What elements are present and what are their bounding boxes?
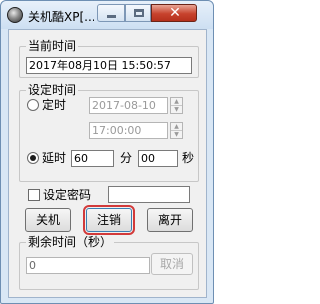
spin-down-icon[interactable]: ▼: [171, 131, 182, 139]
seconds-unit: 秒: [182, 151, 195, 165]
seconds-input[interactable]: 00: [138, 150, 178, 167]
logoff-button[interactable]: 注销: [83, 205, 135, 235]
minimize-icon: [107, 15, 116, 18]
maximize-button[interactable]: [125, 4, 151, 22]
time-field[interactable]: 17:00:00: [89, 122, 168, 139]
shutdown-button[interactable]: 关机: [25, 208, 71, 232]
close-button[interactable]: ✕: [151, 4, 197, 22]
set-password-checkbox[interactable]: [28, 189, 40, 201]
maximize-icon: [134, 9, 144, 17]
minimize-button[interactable]: [97, 4, 125, 22]
fixed-time-label: 定时: [42, 98, 67, 112]
remaining-time-group: 剩余时间（秒） 0 取消: [19, 235, 199, 290]
close-icon: ✕: [169, 5, 181, 21]
date-field[interactable]: 2017-08-10: [89, 97, 168, 114]
delay-radio[interactable]: [27, 152, 39, 164]
cancel-button[interactable]: 取消: [151, 253, 193, 275]
set-password-label: 设定密码: [43, 188, 92, 202]
date-spinner[interactable]: ▲ ▼: [170, 97, 183, 114]
delay-label: 延时: [42, 151, 67, 165]
title-bar[interactable]: 关机酷XP[... ✕: [1, 1, 213, 29]
remaining-time-legend: 剩余时间（秒）: [26, 235, 115, 249]
spin-up-icon[interactable]: ▲: [171, 123, 182, 131]
spin-down-icon[interactable]: ▼: [171, 106, 182, 114]
app-icon: [7, 7, 23, 23]
current-time-group: 当前时间 2017年08月10日 15:50:57: [19, 39, 199, 78]
radio-selected-dot: [30, 155, 36, 161]
current-time-legend: 当前时间: [26, 39, 79, 53]
current-time-field: 2017年08月10日 15:50:57: [26, 57, 192, 74]
client-area: 当前时间 2017年08月10日 15:50:57 设定时间 定时 2017-0…: [8, 29, 207, 298]
app-window: 关机酷XP[... ✕ 当前时间 2017年08月10日 15:50:57 设定…: [0, 0, 214, 304]
remaining-time-field: 0: [26, 257, 150, 274]
spin-up-icon[interactable]: ▲: [171, 98, 182, 106]
set-time-legend: 设定时间: [26, 83, 79, 97]
leave-button[interactable]: 离开: [147, 208, 193, 232]
minutes-input[interactable]: 60: [71, 150, 114, 167]
window-title: 关机酷XP[...: [28, 10, 94, 23]
minutes-unit: 分: [120, 151, 133, 165]
fixed-time-radio[interactable]: [27, 99, 39, 111]
set-time-group: 设定时间 定时 2017-08-10 ▲ ▼ 17:00:00 ▲ ▼ 延时 6…: [19, 83, 199, 182]
password-input[interactable]: [108, 186, 190, 203]
time-spinner[interactable]: ▲ ▼: [170, 122, 183, 139]
